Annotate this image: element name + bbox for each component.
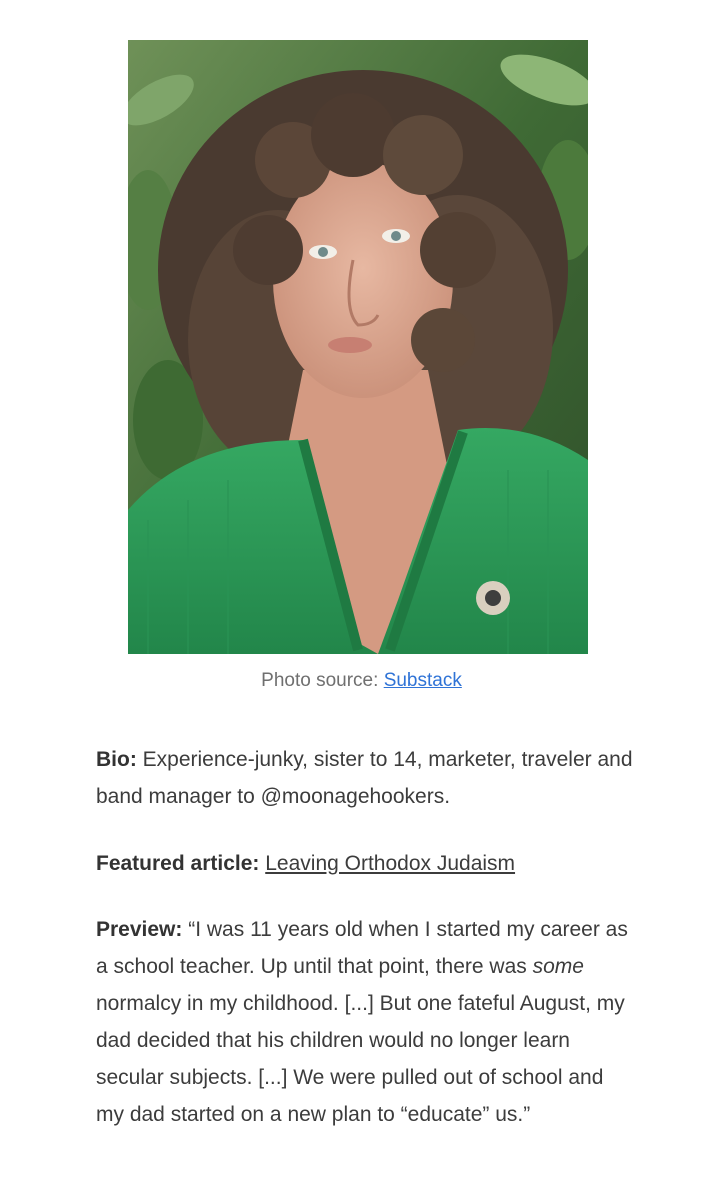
featured-article-paragraph: Featured article: Leaving Orthodox Judai…: [96, 845, 636, 882]
caption-prefix: Photo source:: [261, 670, 384, 691]
portrait-photo-illustration: [128, 40, 588, 654]
profile-photo: [128, 40, 588, 654]
bio-text: Experience-junky, sister to 14, marketer…: [96, 748, 633, 808]
preview-paragraph: Preview: “I was 11 years old when I star…: [96, 911, 636, 1133]
bio-paragraph: Bio: Experience-junky, sister to 14, mar…: [96, 741, 636, 815]
featured-label: Featured article:: [96, 852, 260, 875]
substack-link[interactable]: Substack: [384, 670, 462, 691]
preview-text-after: normalcy in my childhood. [...] But one …: [96, 992, 625, 1126]
preview-label: Preview:: [96, 918, 183, 941]
preview-emphasis: some: [532, 955, 584, 978]
featured-article-link[interactable]: Leaving Orthodox Judaism: [265, 852, 515, 875]
bio-label: Bio:: [96, 748, 137, 771]
photo-caption: Photo source: Substack: [0, 668, 723, 694]
